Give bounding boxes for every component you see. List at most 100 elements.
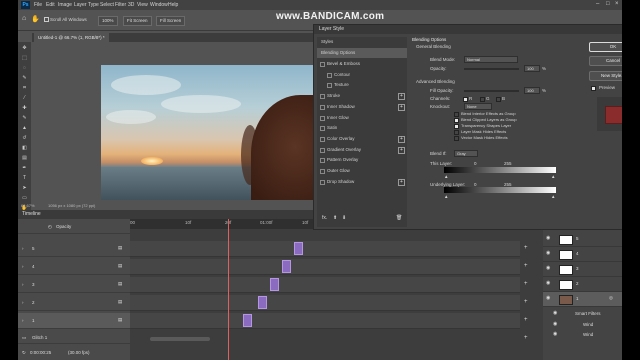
expand-arrow-icon[interactable]: › [22,246,24,251]
blend-option-checkbox[interactable] [454,124,459,129]
move-up-icon[interactable]: ⬆ [333,215,337,221]
style-checkbox[interactable] [320,179,325,185]
style-checkbox[interactable] [320,136,325,142]
expand-arrow-icon[interactable]: › [22,282,24,287]
style-checkbox[interactable] [327,72,332,78]
add-media-icon[interactable]: + [524,281,530,287]
healing-tool-icon[interactable]: ✚ [21,106,28,111]
expand-arrow-icon[interactable]: › [22,264,24,269]
underlying-gradient[interactable] [444,187,556,193]
blending-options-item[interactable]: Blending Options [317,48,407,58]
visibility-eye-icon[interactable]: ◉ [546,251,551,256]
layer-row[interactable]: ◉ 5 [543,232,622,247]
style-item[interactable]: Pattern Overlay [317,155,407,165]
menu-window[interactable]: Window [150,2,168,8]
stopwatch-icon[interactable]: ◴ [48,224,52,230]
fx-label[interactable]: fx. [322,215,327,221]
add-style-icon[interactable]: + [398,146,405,154]
marquee-tool-icon[interactable]: ⬚ [21,56,28,61]
render-video-icon[interactable]: ↻ [22,350,26,356]
pen-tool-icon[interactable]: ✒ [21,166,28,171]
preview-checkbox[interactable] [591,86,596,91]
add-style-icon[interactable]: + [398,103,405,111]
visibility-eye-icon[interactable]: ◉ [546,281,551,286]
timeline-scrollbar[interactable] [150,337,210,341]
gradient-tool-icon[interactable]: ▤ [21,156,28,161]
style-item[interactable]: Texture [317,80,407,90]
menu-layer[interactable]: Layer [74,2,87,8]
blend-mode-select[interactable]: Normal [464,56,518,63]
timeline-layer-row[interactable]: › 2 ▤ [18,295,130,311]
layer-options-icon[interactable]: ▤ [118,263,122,269]
menu-view[interactable]: View [137,2,148,8]
move-tool-icon[interactable]: ✥ [21,46,28,51]
add-style-icon[interactable]: + [398,93,405,101]
playhead[interactable] [228,219,229,360]
fill-opacity-slider[interactable] [464,90,519,92]
opacity-value[interactable]: 100 [524,65,540,72]
style-item[interactable]: Inner Shadow + [317,102,407,112]
crop-tool-icon[interactable]: ⌗ [21,86,28,91]
blend-option-checkbox[interactable] [454,112,459,117]
clip-2[interactable] [258,296,267,309]
style-item[interactable]: Contour [317,70,407,80]
brush-tool-icon[interactable]: ✎ [21,116,28,121]
filter-row[interactable]: ◉ Wind [543,319,622,329]
style-checkbox[interactable] [320,158,325,164]
zoom-100-button[interactable]: 100% [98,16,118,26]
ok-button[interactable]: OK [589,42,622,52]
menu-image[interactable]: Image [58,2,72,8]
timeline-layer-row[interactable]: › 4 ▤ [18,259,130,275]
menu-3d[interactable]: 3D [128,2,134,8]
add-style-icon[interactable]: + [398,178,405,186]
this-layer-right-handle[interactable]: ▲ [551,174,555,179]
fill-screen-button[interactable]: Fill Screen [156,16,186,26]
style-item[interactable]: Color Overlay + [317,134,407,144]
visibility-eye-icon[interactable]: ◉ [553,311,558,316]
canvas-image[interactable] [101,65,331,200]
layer-row-selected[interactable]: ◉ 1 ◎ [543,292,622,307]
channel-g-checkbox[interactable] [480,97,485,102]
delete-icon[interactable]: 🗑 [396,215,402,221]
filter-row[interactable]: ◉ Wind [543,329,622,339]
style-item[interactable]: Gradient Overlay + [317,145,407,155]
home-icon[interactable]: ⌂ [22,15,26,22]
layer-options-icon[interactable]: ▤ [118,281,122,287]
style-checkbox[interactable] [320,62,325,67]
menu-filter[interactable]: Filter [115,2,126,8]
type-tool-icon[interactable]: T [21,176,28,181]
expand-arrow-icon[interactable]: › [22,318,24,323]
layer-options-icon[interactable]: ▤ [118,317,122,323]
style-checkbox[interactable] [320,147,325,153]
timeline-layer-row[interactable]: › 3 ▤ [18,277,130,293]
stamp-tool-icon[interactable]: ▲ [21,126,28,131]
eyedropper-tool-icon[interactable]: ⁄ [21,96,28,101]
menu-select[interactable]: Select [100,2,114,8]
new-style-button[interactable]: New Style... [589,71,622,81]
style-item[interactable]: Outer Glow [317,166,407,176]
clip-3[interactable] [270,278,279,291]
blend-option-checkbox[interactable] [454,118,459,123]
visibility-eye-icon[interactable]: ◉ [546,266,551,271]
menu-edit[interactable]: Edit [46,2,55,8]
fill-opacity-value[interactable]: 100 [524,87,540,94]
style-item[interactable]: Stroke + [317,91,407,101]
eraser-tool-icon[interactable]: ◧ [21,146,28,151]
add-media-icon[interactable]: + [524,299,530,305]
opacity-slider[interactable] [464,68,519,70]
quick-select-tool-icon[interactable]: ✎ [21,76,28,81]
visibility-eye-icon[interactable]: ◉ [553,332,558,337]
expand-arrow-icon[interactable]: › [22,300,24,305]
channel-b-checkbox[interactable] [496,97,501,102]
style-checkbox[interactable] [320,94,325,100]
blend-option-checkbox[interactable] [454,136,459,141]
style-checkbox[interactable] [320,104,325,110]
add-media-icon[interactable]: + [524,335,530,341]
menu-file[interactable]: File [34,2,42,8]
visibility-eye-icon[interactable]: ◉ [546,236,551,241]
maximize-icon[interactable]: □ [606,1,610,7]
path-select-icon[interactable]: ➤ [21,186,28,191]
add-media-icon[interactable]: + [524,317,530,323]
add-media-icon[interactable]: + [524,245,530,251]
close-icon[interactable]: × [615,1,619,7]
